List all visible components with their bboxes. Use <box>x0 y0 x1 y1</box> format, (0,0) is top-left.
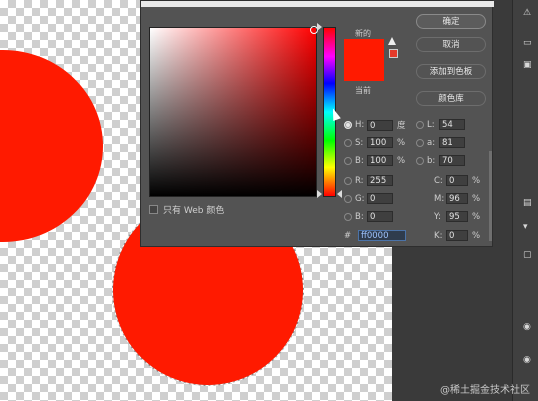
saturation-unit: % <box>397 137 406 148</box>
magenta-row: M: 96 % <box>434 193 480 204</box>
hue-label: H: <box>355 120 365 130</box>
black-input[interactable]: 0 <box>446 230 468 241</box>
green-radio[interactable] <box>344 194 352 203</box>
black-label: K: <box>434 230 443 241</box>
red-circle-left <box>0 50 103 242</box>
cyan-row: C: 0 % <box>434 175 480 186</box>
yellow-label: Y: <box>434 211 441 222</box>
eye-icon[interactable]: ◉ <box>523 322 533 332</box>
hue-slider-handle[interactable] <box>317 23 322 31</box>
dialog-title-bar[interactable] <box>141 1 494 7</box>
lab-a-radio[interactable] <box>416 138 424 147</box>
hex-label: # <box>344 230 352 241</box>
web-only-colors-option[interactable]: 只有 Web 颜色 <box>149 203 224 216</box>
lab-b-label: b: <box>427 155 436 166</box>
lab-b-row: b: 70 <box>416 155 465 166</box>
brightness-label: B: <box>355 155 364 166</box>
lab-a-input[interactable]: 81 <box>439 137 465 148</box>
red-input[interactable]: 255 <box>367 175 393 186</box>
green-label: G: <box>355 193 365 204</box>
lab-l-label: L: <box>427 119 435 130</box>
lab-b-input[interactable]: 70 <box>439 155 465 166</box>
add-to-swatches-button[interactable]: 添加到色板 <box>416 64 486 79</box>
red-row: R: 255 <box>344 175 393 186</box>
red-label: R: <box>355 175 364 186</box>
green-input[interactable]: 0 <box>367 193 393 204</box>
saturation-radio[interactable] <box>344 138 352 147</box>
dropdown-icon[interactable]: ▾ <box>523 222 533 232</box>
brightness-input[interactable]: 100 <box>367 155 393 166</box>
hue-row: H: 0 度 <box>344 119 406 131</box>
cyan-unit: % <box>472 175 481 186</box>
color-libraries-button[interactable]: 颜色库 <box>416 91 486 106</box>
color-preview <box>344 39 384 81</box>
saturation-row: S: 100 % <box>344 137 405 148</box>
gamut-warning-icon[interactable] <box>388 37 396 45</box>
brightness-row: B: 100 % <box>344 155 405 166</box>
current-color-label: 当前 <box>355 86 371 95</box>
black-unit: % <box>472 230 481 241</box>
lab-a-label: a: <box>427 137 436 148</box>
magenta-label: M: <box>434 193 445 204</box>
web-only-label: 只有 Web 颜色 <box>163 206 225 216</box>
brightness-radio[interactable] <box>344 156 352 165</box>
layers-icon[interactable]: ▤ <box>523 198 533 208</box>
lab-l-row: L: 54 <box>416 119 465 130</box>
hue-slider-handle-left[interactable] <box>317 190 322 198</box>
lab-b-radio[interactable] <box>416 156 424 165</box>
alert-icon[interactable]: ⚠ <box>523 8 533 18</box>
green-row: G: 0 <box>344 193 393 204</box>
current-color-swatch[interactable] <box>344 60 384 81</box>
hex-input[interactable]: ff0000 <box>358 230 406 241</box>
cyan-input[interactable]: 0 <box>446 175 468 186</box>
dialog-scrollbar[interactable] <box>489 151 492 241</box>
saturation-label: S: <box>355 137 364 148</box>
blue-label: B: <box>355 211 364 222</box>
ok-button[interactable]: 确定 <box>416 14 486 29</box>
yellow-row: Y: 95 % <box>434 211 480 222</box>
gamut-warning-swatch[interactable] <box>389 49 398 58</box>
blue-row: B: 0 <box>344 211 393 222</box>
red-radio[interactable] <box>344 176 352 185</box>
lock-icon[interactable]: ▢ <box>523 250 533 260</box>
cancel-button[interactable]: 取消 <box>416 37 486 52</box>
saturation-brightness-field[interactable] <box>149 26 318 197</box>
watermark: @稀土掘金技术社区 <box>440 385 530 396</box>
hue-slider-handle-right[interactable] <box>337 190 342 198</box>
properties-icon[interactable]: ▭ <box>523 38 533 48</box>
image-icon[interactable]: ▣ <box>523 60 533 70</box>
yellow-input[interactable]: 95 <box>446 211 468 222</box>
eye-icon[interactable]: ◉ <box>523 355 533 365</box>
saturation-input[interactable]: 100 <box>367 137 393 148</box>
blue-radio[interactable] <box>344 212 352 221</box>
magenta-unit: % <box>472 193 481 204</box>
magenta-input[interactable]: 96 <box>446 193 468 204</box>
cyan-label: C: <box>434 175 443 186</box>
hue-unit: 度 <box>397 121 406 131</box>
black-row: K: 0 % <box>434 230 480 241</box>
lab-l-radio[interactable] <box>416 120 424 129</box>
hue-input[interactable]: 0 <box>367 119 393 131</box>
blue-input[interactable]: 0 <box>367 211 393 222</box>
new-color-label: 新的 <box>355 29 371 38</box>
color-picker-dialog: 只有 Web 颜色 新的 当前 确定 取消 添加到色板 颜色库 H: 0 度 S… <box>140 0 494 247</box>
lab-l-input[interactable]: 54 <box>439 119 465 130</box>
hue-radio[interactable] <box>344 121 352 129</box>
side-panel-dock: ⚠ ▭ ▣ ▤ ▾ ▢ ◉ ◉ <box>512 0 538 401</box>
brightness-unit: % <box>397 155 406 166</box>
web-only-checkbox[interactable] <box>149 205 158 214</box>
lab-a-row: a: 81 <box>416 137 465 148</box>
new-color-swatch <box>344 39 384 60</box>
hex-row: # ff0000 <box>344 230 406 241</box>
yellow-unit: % <box>472 211 481 222</box>
